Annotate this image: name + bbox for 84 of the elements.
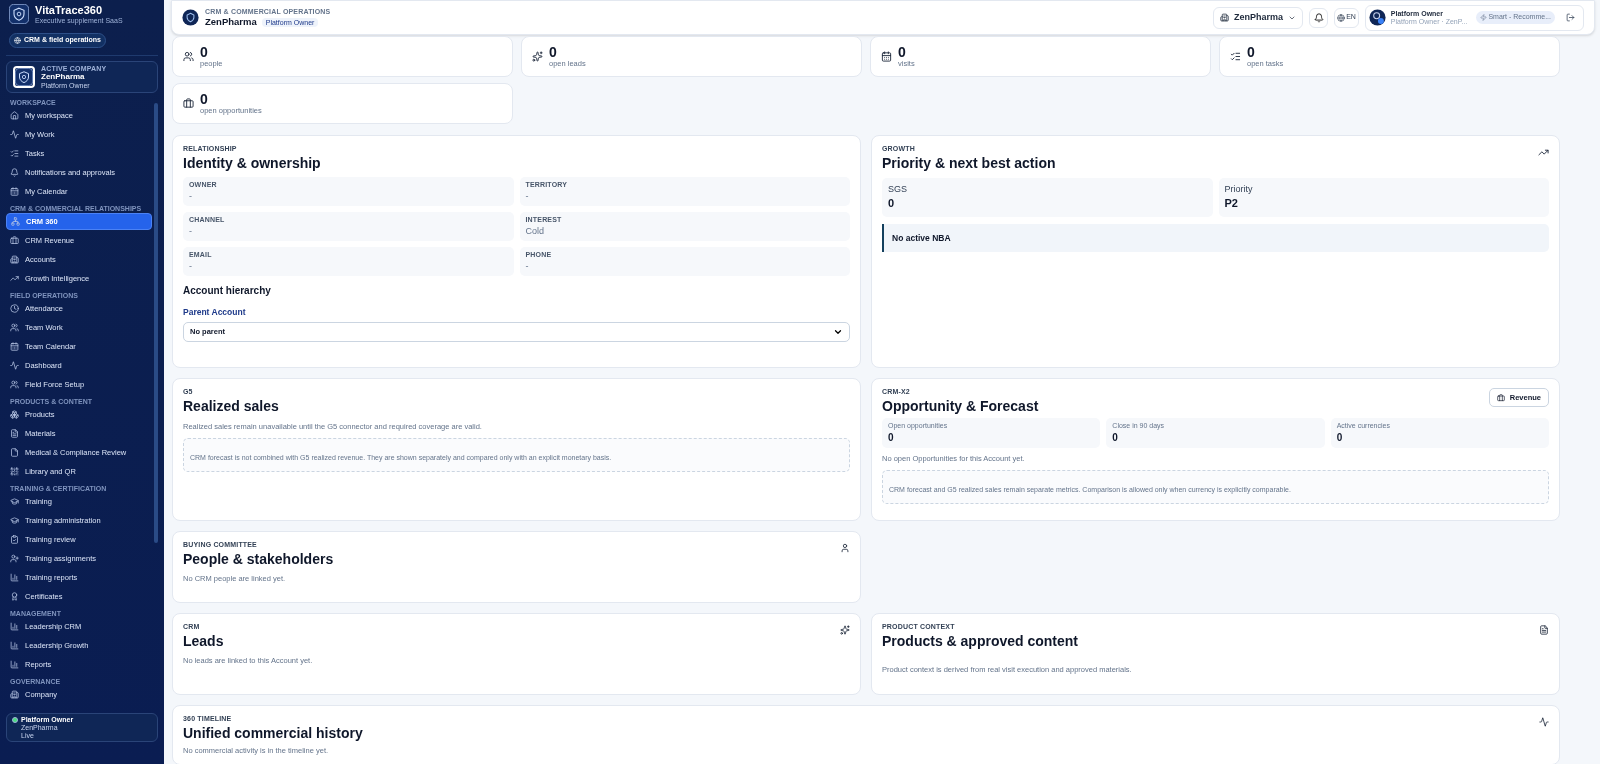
clipboard-icon [10,535,19,544]
boxes-icon [10,410,19,419]
trend-icon [1538,147,1549,158]
company-select[interactable]: ZenPharma [1213,6,1304,29]
briefcase-icon [10,236,19,245]
shield-logo-icon [15,68,33,86]
bolt-icon [1480,14,1488,21]
card-title: Products & approved content [882,632,1079,650]
header-title: ZenPharma [205,17,257,27]
graduation-cap-icon [10,497,19,506]
users-icon [10,380,19,389]
metric-value: - [525,260,530,272]
user-plus-icon [10,554,19,563]
graduation-cap-icon [10,516,19,525]
briefcase-icon [183,98,194,109]
building-icon [10,255,19,264]
file-icon [10,448,19,457]
checklist-icon [1230,51,1241,62]
qr-code-icon [10,467,19,476]
document-icon [10,429,19,438]
calendar-icon [10,342,19,351]
card-title: Realized sales [183,397,279,415]
shield-logo-icon [9,4,29,24]
metric-value: Cold [525,225,545,237]
active-company-name: ZenPharma [41,73,86,81]
globe-icon [14,37,21,44]
metric-value: - [189,260,193,272]
metric-value: 0 [888,197,896,211]
users-icon [183,51,194,62]
sparkles-icon [532,51,543,62]
bell-icon [1313,12,1324,23]
building-icon [10,690,19,699]
field-label: Parent Account [183,306,247,319]
logout-icon [1566,13,1575,22]
stat-value: 0 [200,45,209,60]
home-icon [10,111,19,120]
clock-icon [10,304,19,313]
document-icon [1539,625,1549,635]
users-icon [10,323,19,332]
avatar-icon [1368,9,1386,26]
metric-value: - [189,225,193,237]
stat-value: 0 [200,92,209,107]
globe-icon [1337,13,1346,22]
bar-chart-icon [10,641,19,650]
metric-value: 0 [888,431,895,445]
calendar-icon [881,51,892,62]
metric-value: - [525,190,530,202]
pulse-icon [1539,717,1549,727]
award-icon [10,592,19,601]
pulse-icon [10,361,19,370]
briefcase-icon [1496,393,1505,402]
stat-value: 0 [1247,45,1256,60]
card-title: Unified commercial history [183,724,363,742]
building-icon [1220,13,1230,22]
bell-icon [10,168,19,177]
sparkles-icon [840,625,850,635]
trend-icon [10,274,19,283]
person-icon [840,543,850,553]
bar-chart-icon [10,622,19,631]
stat-value: 0 [549,45,558,60]
scrollbar-thumb[interactable] [154,103,158,543]
network-icon [11,217,20,226]
section-subtitle: Account hierarchy [183,284,272,298]
metric-value: 0 [1336,431,1344,445]
checklist-icon [10,149,19,158]
metric-value: - [189,190,193,202]
card-title: Leads [183,632,224,650]
notifications-button[interactable] [1309,7,1329,28]
brand-name: VitaTrace360 [35,4,104,16]
nba-banner: No active NBA [882,224,1549,252]
bar-chart-icon [10,573,19,582]
metric-value: P2 [1224,197,1239,211]
bar-chart-icon [10,660,19,669]
pulse-icon [10,130,19,139]
metric-label: SGS [888,184,908,196]
card-title: Opportunity & Forecast [882,397,1039,415]
calendar-icon [10,187,19,196]
stat-value: 0 [898,45,907,60]
card-title: Priority & next best action [882,154,1056,172]
metric-value: 0 [1112,431,1119,445]
card-title: Identity & ownership [183,154,321,172]
metric-label: Priority [1224,184,1254,196]
card-title: People & stakeholders [183,550,334,568]
brand-logo-icon [182,9,199,26]
